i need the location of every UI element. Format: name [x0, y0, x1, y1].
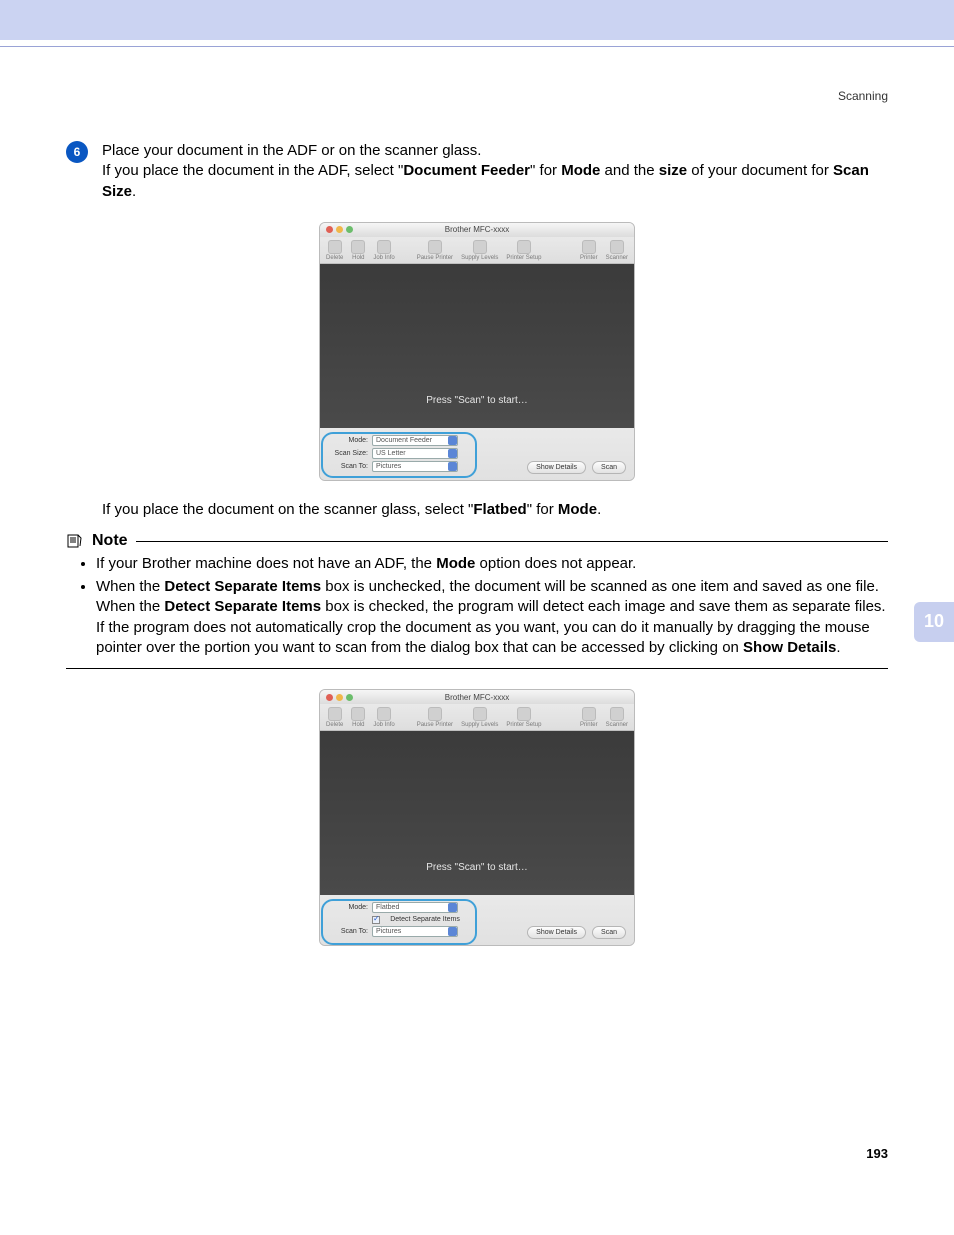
- t: Document Feeder: [403, 162, 530, 179]
- scanner-window-flatbed: Brother MFC-xxxx Delete Hold Job Info Pa…: [319, 689, 635, 946]
- scanner-icon[interactable]: [610, 240, 624, 254]
- note-icon: [66, 532, 84, 550]
- delete-icon[interactable]: [328, 240, 342, 254]
- setup-icon[interactable]: [517, 707, 531, 721]
- t: size: [659, 162, 687, 179]
- scan-size-label: Scan Size:: [326, 450, 368, 457]
- show-details-button[interactable]: Show Details: [527, 926, 586, 939]
- scan-to-label: Scan To:: [326, 928, 368, 935]
- note-title: Note: [92, 532, 128, 550]
- t: " for: [530, 162, 561, 179]
- note-item-2: When the Detect Separate Items box is un…: [96, 577, 888, 658]
- mode-select[interactable]: Document Feeder: [372, 435, 458, 446]
- step-text: Place your document in the ADF or on the…: [102, 141, 888, 202]
- figure-1: Brother MFC-xxxx Delete Hold Job Info Pa…: [319, 222, 635, 481]
- t: and the: [600, 162, 658, 179]
- window-titlebar: Brother MFC-xxxx: [320, 690, 634, 704]
- note-item-1: If your Brother machine does not have an…: [96, 554, 888, 574]
- info-icon[interactable]: [377, 240, 391, 254]
- note-block: 10 Note If your Brother machine does not…: [66, 532, 888, 669]
- scan-to-label: Scan To:: [326, 463, 368, 470]
- scan-button[interactable]: Scan: [592, 461, 626, 474]
- preview-area: Press "Scan" to start…: [320, 731, 634, 895]
- pause-icon[interactable]: [428, 707, 442, 721]
- window-titlebar: Brother MFC-xxxx: [320, 223, 634, 237]
- detect-separate-checkbox[interactable]: [372, 916, 380, 924]
- figure-2: Brother MFC-xxxx Delete Hold Job Info Pa…: [319, 689, 635, 946]
- printer-icon[interactable]: [582, 707, 596, 721]
- step-6: 6 Place your document in the ADF or on t…: [66, 141, 888, 202]
- window-toolbar: Delete Hold Job Info Pause Printer Suppl…: [320, 704, 634, 731]
- paragraph-flatbed: If you place the document on the scanner…: [66, 501, 888, 518]
- window-title: Brother MFC-xxxx: [320, 693, 634, 702]
- supply-icon[interactable]: [473, 707, 487, 721]
- hold-icon[interactable]: [351, 240, 365, 254]
- scan-to-select[interactable]: Pictures: [372, 461, 458, 472]
- printer-icon[interactable]: [582, 240, 596, 254]
- top-bar: [0, 0, 954, 40]
- window-title: Brother MFC-xxxx: [320, 225, 634, 234]
- setup-icon[interactable]: [517, 240, 531, 254]
- scan-size-select[interactable]: US Letter: [372, 448, 458, 459]
- step-number-badge: 6: [66, 141, 88, 163]
- preview-message: Press "Scan" to start…: [426, 395, 528, 406]
- t: If you place the document in the ADF, se…: [102, 162, 403, 179]
- t: of your document for: [687, 162, 833, 179]
- scanner-window-adf: Brother MFC-xxxx Delete Hold Job Info Pa…: [319, 222, 635, 481]
- scan-button[interactable]: Scan: [592, 926, 626, 939]
- scan-to-select[interactable]: Pictures: [372, 926, 458, 937]
- step-line1: Place your document in the ADF or on the…: [102, 142, 481, 159]
- preview-area: Press "Scan" to start…: [320, 264, 634, 428]
- mode-select[interactable]: Flatbed: [372, 902, 458, 913]
- detect-separate-label: Detect Separate Items: [390, 916, 460, 923]
- page-number: 193: [66, 1146, 888, 1181]
- controls-panel: Mode: Flatbed Detect Separate Items Scan …: [320, 895, 634, 945]
- show-details-button[interactable]: Show Details: [527, 461, 586, 474]
- chapter-tab: 10: [914, 602, 954, 642]
- section-header: Scanning: [66, 89, 888, 103]
- mode-label: Mode:: [326, 904, 368, 911]
- hold-icon[interactable]: [351, 707, 365, 721]
- note-end-rule: [66, 668, 888, 669]
- supply-icon[interactable]: [473, 240, 487, 254]
- note-rule: [136, 541, 888, 542]
- info-icon[interactable]: [377, 707, 391, 721]
- t: Mode: [561, 162, 600, 179]
- delete-icon[interactable]: [328, 707, 342, 721]
- mode-label: Mode:: [326, 437, 368, 444]
- t: .: [132, 183, 136, 200]
- preview-message: Press "Scan" to start…: [426, 862, 528, 873]
- scanner-icon[interactable]: [610, 707, 624, 721]
- note-list: If your Brother machine does not have an…: [66, 554, 888, 658]
- controls-panel: Mode: Document Feeder Scan Size: US Letter…: [320, 428, 634, 480]
- pause-icon[interactable]: [428, 240, 442, 254]
- window-toolbar: Delete Hold Job Info Pause Printer Suppl…: [320, 237, 634, 264]
